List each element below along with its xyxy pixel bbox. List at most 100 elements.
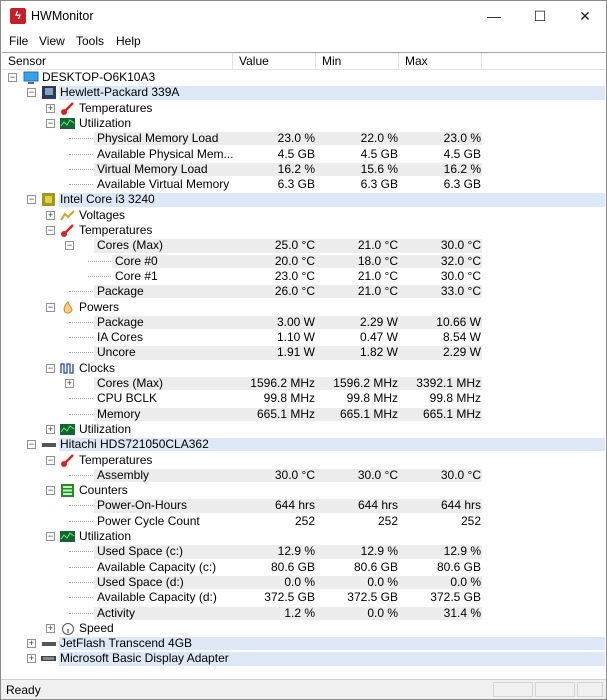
sensor-value: 665.1 MHz: [256, 406, 315, 421]
sensor-label: Used Space (d:): [97, 574, 184, 589]
sensor-row[interactable]: Core #0 20.0 °C 18.0 °C 32.0 °C: [2, 254, 605, 269]
menu-help[interactable]: Help: [116, 34, 141, 48]
sensor-row[interactable]: Available Virtual Memory 6.3 GB 6.3 GB 6.3 …: [2, 177, 605, 192]
sensor-max: 30.0 °C: [440, 268, 481, 283]
group-row[interactable]: − DESKTOP-O6K10A3: [2, 70, 605, 85]
group-row[interactable]: + Speed: [2, 621, 605, 636]
device-row[interactable]: − Hitachi HDS721050CLA362: [2, 437, 605, 452]
group-row[interactable]: − Clocks: [2, 361, 605, 376]
sensor-value: 1.2 %: [284, 605, 315, 620]
expand-icon[interactable]: +: [46, 103, 55, 113]
sensor-label: Temperatures: [79, 223, 153, 237]
expand-icon[interactable]: +: [27, 639, 36, 649]
device-row[interactable]: − Intel Core i3 3240: [2, 192, 605, 207]
collapse-icon[interactable]: −: [46, 118, 55, 128]
sensor-row[interactable]: Power-On-Hours 644 hrs 644 hrs 644 hrs: [2, 498, 605, 513]
tree-connector: [69, 612, 93, 614]
menu-tools[interactable]: Tools: [76, 34, 104, 48]
group-row[interactable]: + Temperatures: [2, 101, 605, 116]
sensor-row[interactable]: Memory 665.1 MHz 665.1 MHz 665.1 MHz: [2, 407, 605, 422]
sensor-row[interactable]: Core #1 23.0 °C 21.0 °C 30.0 °C: [2, 269, 605, 284]
menu-file[interactable]: File: [9, 34, 28, 48]
sensor-row[interactable]: Virtual Memory Load 16.2 % 15.6 % 16.2 %: [2, 162, 605, 177]
maximize-button[interactable]: ☐: [517, 1, 563, 31]
sensor-row[interactable]: − Cores (Max) 25.0 °C 21.0 °C 30.0 °C: [2, 238, 605, 253]
menu-view[interactable]: View: [39, 34, 65, 48]
expand-icon[interactable]: +: [27, 654, 36, 664]
expand-icon[interactable]: +: [46, 210, 55, 220]
collapse-icon[interactable]: −: [46, 532, 55, 541]
device-row[interactable]: + Microsoft Basic Display Adapter: [2, 651, 605, 666]
sensor-max: 30.0 °C: [440, 238, 481, 253]
tree-connector: [88, 275, 111, 277]
collapse-icon[interactable]: −: [46, 486, 55, 496]
sensor-row[interactable]: Package 26.0 °C 21.0 °C 33.0 °C: [2, 284, 605, 299]
collapse-icon[interactable]: −: [46, 226, 55, 235]
sensor-row[interactable]: Available Capacity (c:) 80.6 GB 80.6 GB 80.…: [2, 560, 605, 575]
column-min[interactable]: Min: [316, 53, 399, 70]
group-row[interactable]: + Voltages: [2, 208, 605, 223]
counter-icon: [60, 484, 74, 498]
utilization-icon: [60, 530, 75, 543]
window-title: HWMonitor: [31, 9, 94, 23]
expand-icon[interactable]: +: [46, 424, 55, 434]
sensor-max: 0.0 %: [450, 574, 481, 589]
sensor-label: IA Cores: [97, 330, 144, 345]
sensor-row[interactable]: Available Capacity (d:) 372.5 GB 372.5 GB 3…: [2, 590, 605, 605]
group-row[interactable]: − Utilization: [2, 116, 605, 131]
column-sensor[interactable]: Sensor: [2, 53, 233, 70]
sensor-row[interactable]: Assembly 30.0 °C 30.0 °C 30.0 °C: [2, 468, 605, 483]
device-row[interactable]: − Hewlett-Packard 339A: [2, 85, 605, 100]
sensor-min: 0.0 %: [367, 605, 398, 620]
sensor-value: 4.5 GB: [277, 146, 315, 161]
collapse-icon[interactable]: −: [46, 455, 55, 465]
sensor-max: 252: [460, 513, 481, 528]
sensor-label: Intel Core i3 3240: [60, 192, 155, 207]
sensor-label: Temperatures: [79, 100, 153, 115]
sensor-row[interactable]: Uncore 1.91 W 1.82 W 2.29 W: [2, 345, 605, 360]
group-row[interactable]: − Temperatures: [2, 223, 605, 238]
group-row[interactable]: + Utilization: [2, 422, 605, 437]
close-button[interactable]: ✕: [562, 1, 607, 31]
collapse-icon[interactable]: −: [8, 73, 17, 82]
sensor-value: 1.10 W: [276, 330, 315, 345]
status-text: Ready: [6, 683, 41, 697]
collapse-icon[interactable]: −: [65, 241, 74, 251]
device-row[interactable]: + JetFlash Transcend 4GB: [2, 636, 605, 651]
sensor-row[interactable]: Activity 1.2 % 0.0 % 31.4 %: [2, 606, 605, 621]
group-row[interactable]: − Counters: [2, 483, 605, 498]
minimize-button[interactable]: —: [471, 1, 517, 31]
sensor-label: Package: [97, 314, 144, 329]
collapse-icon[interactable]: −: [27, 195, 36, 205]
expand-icon[interactable]: +: [46, 623, 55, 633]
sensor-max: 372.5 GB: [430, 590, 481, 605]
expand-icon[interactable]: +: [65, 379, 74, 388]
tree-connector: [69, 184, 93, 186]
utilization-icon: [60, 423, 75, 436]
sensor-row[interactable]: Used Space (c:) 12.9 % 12.9 % 12.9 %: [2, 544, 605, 559]
sensor-row[interactable]: Used Space (d:) 0.0 % 0.0 % 0.0 %: [2, 575, 605, 590]
sensor-max: 665.1 MHz: [422, 406, 481, 421]
status-pane: [577, 682, 603, 697]
collapse-icon[interactable]: −: [27, 88, 36, 98]
sensor-row[interactable]: IA Cores 1.10 W 0.47 W 8.54 W: [2, 330, 605, 345]
collapse-icon[interactable]: −: [46, 302, 55, 312]
column-max[interactable]: Max: [399, 53, 482, 70]
sensor-row[interactable]: + Cores (Max) 1596.2 MHz 1596.2 MHz 3392.1 M…: [2, 376, 605, 391]
column-value[interactable]: Value: [233, 53, 316, 70]
sensor-row[interactable]: Physical Memory Load 23.0 % 22.0 % 23.0 %: [2, 131, 605, 146]
sensor-min: 372.5 GB: [347, 590, 398, 605]
sensor-max: 16.2 %: [443, 161, 481, 176]
collapse-icon[interactable]: −: [27, 440, 36, 450]
sensor-max: 30.0 °C: [440, 467, 481, 482]
sensor-row[interactable]: Package 3.00 W 2.29 W 10.66 W: [2, 315, 605, 330]
group-row[interactable]: − Utilization: [2, 529, 605, 544]
group-row[interactable]: − Temperatures: [2, 453, 605, 468]
sensor-row[interactable]: Power Cycle Count 252 252 252: [2, 514, 605, 529]
tree-connector: [69, 291, 93, 293]
lightning-icon: ϟ: [10, 8, 26, 24]
sensor-row[interactable]: CPU BCLK 99.8 MHz 99.8 MHz 99.8 MHz: [2, 391, 605, 406]
group-row[interactable]: − Powers: [2, 300, 605, 315]
collapse-icon[interactable]: −: [46, 363, 55, 373]
sensor-row[interactable]: Available Physical Mem... 4.5 GB 4.5 GB 4.5…: [2, 147, 605, 162]
